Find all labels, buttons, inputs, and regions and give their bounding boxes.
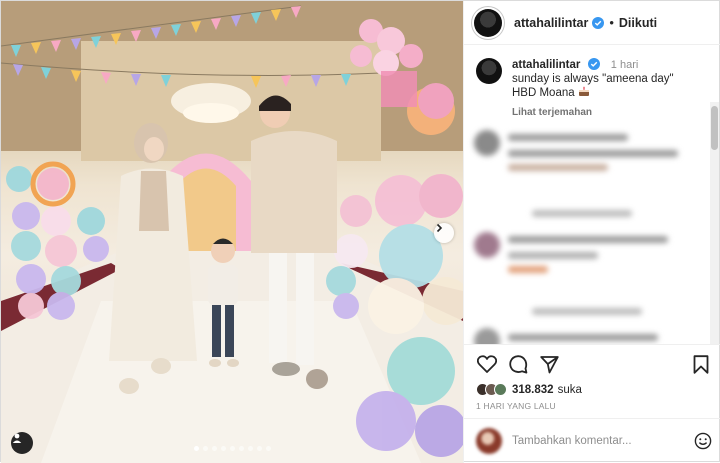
see-translation-link[interactable]: Lihat terjemahan [512,106,674,120]
post-username[interactable]: attahalilintar [514,16,588,30]
share-button[interactable] [538,353,560,375]
post-modal: attahalilintar • Diikuti attahalilintar … [0,0,720,463]
comment-input[interactable] [512,435,682,447]
current-user-avatar [476,428,502,454]
carousel-dot [238,446,244,451]
chevron-right-icon [436,223,443,233]
save-button[interactable] [690,353,712,375]
post-side-panel: attahalilintar • Diikuti attahalilintar … [463,1,720,463]
avatar[interactable] [474,8,502,37]
user-tag-icon [12,433,22,443]
comment-button[interactable] [507,353,529,375]
comments-scrollbar[interactable] [710,102,719,344]
carousel-next-button[interactable] [434,223,454,243]
carousel-dot [193,446,199,451]
post-header: attahalilintar • Diikuti [464,1,720,45]
add-comment-bar [464,418,720,463]
carousel-dot [256,446,262,451]
likes-summary[interactable]: 318.832 suka [476,383,712,396]
caption-avatar[interactable] [476,58,502,84]
carousel-dot [202,446,208,451]
liker-avatars [476,383,507,396]
smiley-icon[interactable] [694,432,712,450]
scrollbar-thumb[interactable] [711,106,718,150]
comment-item-redacted [474,328,710,344]
caption-text: sunday is always "ameena day" HBD Moana [512,73,674,99]
comment-item-redacted [474,204,710,224]
carousel-dot [265,446,271,451]
bookmark-icon [693,354,709,374]
post-photo[interactable] [1,1,463,463]
carousel-dot [220,446,226,451]
verified-badge-icon [587,58,600,70]
comment-item-redacted [474,302,710,322]
paper-plane-icon [539,355,559,373]
carousel-dot [211,446,217,451]
comment-item-redacted [474,232,710,292]
heart-icon [477,355,497,373]
carousel-dot [247,446,253,451]
comment-item-redacted [474,130,710,190]
post-actions: 318.832 suka 1 HARI YANG LALU [464,344,720,411]
likes-count: 318.832 [512,383,554,396]
carousel-dot [229,446,235,451]
caption-time: 1 hari [610,59,639,71]
caption-username[interactable]: attahalilintar [512,59,580,71]
comments-list[interactable]: attahalilintar 1 hari sunday is always "… [464,46,720,344]
follow-status-button[interactable]: Diikuti [619,16,657,30]
carousel-indicator [1,446,463,451]
comment-bubble-icon [508,354,527,373]
cake-emoji-icon [578,86,589,96]
like-button[interactable] [476,353,498,375]
party-scene-illustration [1,1,463,463]
separator-dot: • [609,15,614,30]
liker-avatar [494,383,507,396]
verified-badge-icon [592,16,605,29]
likes-label: suka [557,383,582,396]
post-caption: attahalilintar 1 hari sunday is always "… [464,46,720,120]
post-timestamp: 1 HARI YANG LALU [476,401,556,411]
